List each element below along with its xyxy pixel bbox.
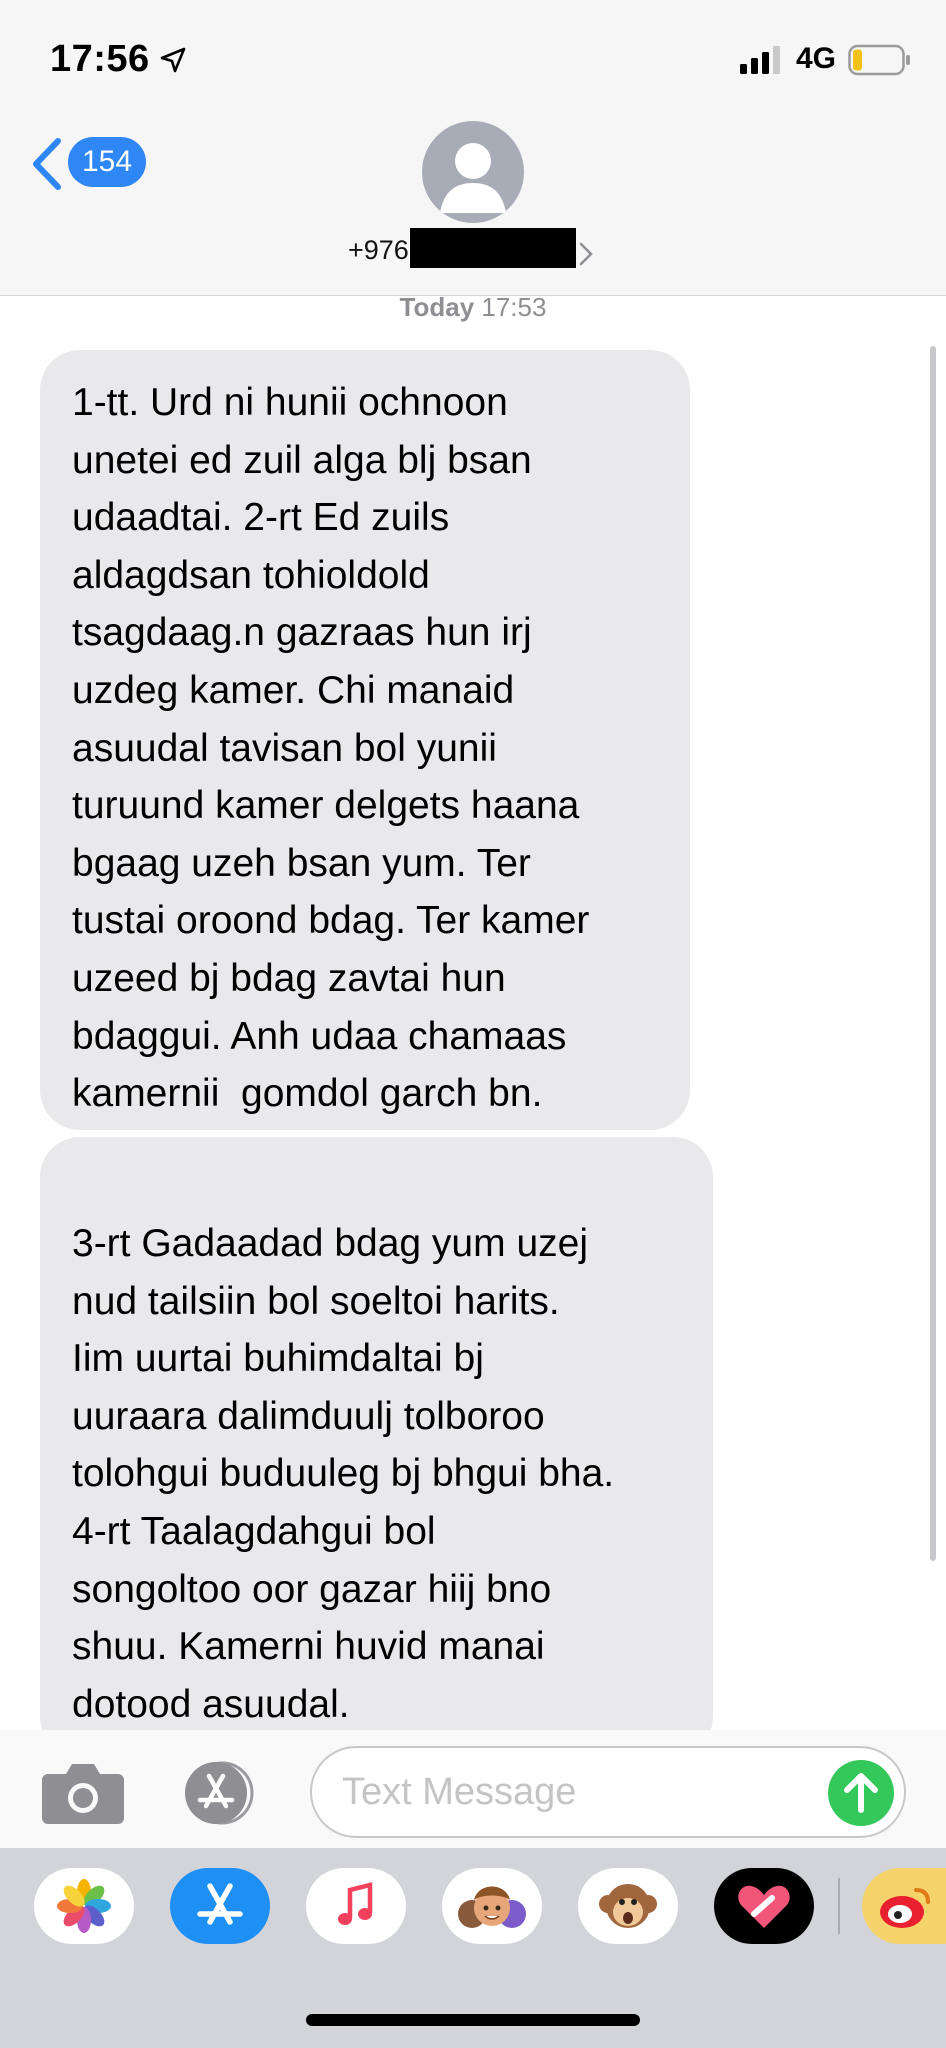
contact-number[interactable]: +976	[348, 235, 409, 266]
message-timestamp: Today 17:53	[0, 292, 946, 323]
message-line: uzeed bj bdag zavtai hun	[72, 956, 506, 1000]
scrollbar[interactable]	[930, 346, 936, 1561]
network-type: 4G	[796, 42, 837, 75]
home-indicator[interactable]	[306, 2014, 640, 2026]
timestamp-time: 17:53	[481, 292, 547, 322]
app-store-app-icon[interactable]	[170, 1868, 270, 1944]
message-text-field[interactable]	[310, 1746, 906, 1838]
contact-avatar-icon[interactable]	[422, 121, 524, 223]
message-line: aldagdsan tohioldold	[72, 553, 430, 597]
message-composer	[0, 1730, 946, 1848]
memoji-app-icon[interactable]	[442, 1868, 542, 1944]
animoji-app-icon[interactable]	[578, 1868, 678, 1944]
message-line: nud tailsiin bol soeltoi harits.	[72, 1279, 560, 1323]
imessage-app-drawer	[0, 1848, 946, 2048]
incoming-message-bubble[interactable]: 1-tt. Urd ni hunii ochnoon unetei ed zui…	[40, 350, 690, 1130]
message-line: tustai oroond bdag. Ter kamer	[72, 899, 590, 943]
message-line: 1-tt. Urd ni hunii ochnoon	[72, 381, 508, 424]
message-line: 4-rt Taalagdahgui bol	[72, 1509, 436, 1553]
status-bar: 17:56 4G	[0, 0, 946, 115]
incoming-message-bubble[interactable]: 3-rt Gadaadad bdag yum uzej nud tailsiin…	[40, 1137, 713, 1757]
message-line: udaadtai. 2-rt Ed zuils	[72, 496, 450, 540]
signal-bars-icon	[740, 46, 784, 74]
camera-icon[interactable]	[40, 1760, 126, 1826]
conversation-header: 154 +976	[0, 115, 946, 296]
send-arrow-icon[interactable]	[828, 1760, 894, 1826]
battery-low-icon	[848, 44, 912, 76]
app-store-icon[interactable]	[176, 1760, 266, 1826]
message-line: unetei ed zuil alga blj bsan	[72, 438, 532, 482]
message-line: Iim uurtai buhimdaltai bj	[72, 1337, 484, 1381]
message-line: dotood asuudal.	[72, 1682, 350, 1726]
message-line: tsagdaag.n gazraas hun irj	[72, 611, 532, 655]
chevron-right-icon[interactable]	[578, 241, 594, 267]
message-input[interactable]	[342, 1766, 812, 1818]
message-line: kamernii gomdol garch bn.	[72, 1072, 543, 1116]
music-app-icon[interactable]	[306, 1868, 406, 1944]
timestamp-day: Today	[399, 292, 475, 322]
message-line: turuund kamer delgets haana	[72, 784, 580, 828]
digital-touch-app-icon[interactable]	[714, 1868, 814, 1944]
message-line: tolohgui buduuleg bj bhgui bha.	[72, 1452, 615, 1496]
status-time: 17:56	[50, 38, 150, 80]
unread-count-badge[interactable]: 154	[68, 137, 146, 187]
message-line: uzdeg kamer. Chi manaid	[72, 668, 515, 712]
redaction-bar	[410, 228, 576, 268]
message-line: bgaag uzeh bsan yum. Ter	[72, 841, 531, 885]
drawer-divider	[838, 1878, 840, 1934]
message-line: 3-rt Gadaadad bdag yum uzej	[72, 1222, 588, 1265]
location-arrow-icon	[158, 45, 188, 75]
message-line: shuu. Kamerni huvid manai	[72, 1625, 545, 1669]
message-line: asuudal tavisan bol yunii	[72, 726, 497, 770]
message-line: bdaggui. Anh udaa chamaas	[72, 1014, 567, 1058]
back-chevron-icon[interactable]	[28, 135, 68, 193]
weibo-app-icon[interactable]	[862, 1868, 946, 1944]
message-line: songoltoo oor gazar hiij bno	[72, 1567, 552, 1611]
message-line: uuraara dalimduulj tolboroo	[72, 1394, 545, 1438]
photos-app-icon[interactable]	[34, 1868, 134, 1944]
